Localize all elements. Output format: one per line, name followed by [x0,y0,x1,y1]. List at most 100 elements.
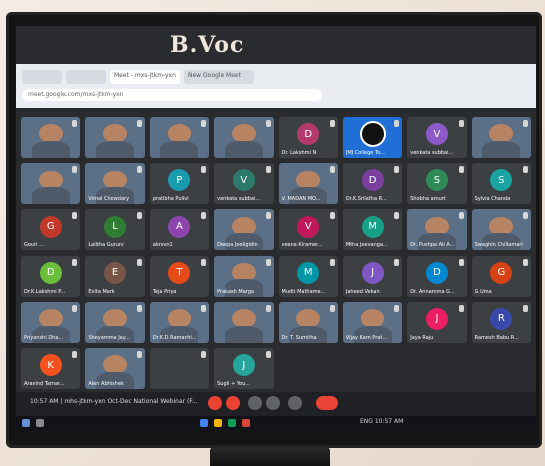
participant-name: Dr.K.D.Ramachi... [152,334,197,341]
chrome-icon[interactable] [200,419,208,427]
participant-tile[interactable]: D Dr.K.Lakshmi P... [21,255,81,297]
mic-muted-icon [265,350,271,358]
participant-tile[interactable]: Prakash Marga [214,255,274,297]
participant-tile[interactable]: Swaghin Chillamari [471,209,531,251]
participant-tile[interactable]: Aakrsvn1 [149,209,210,251]
participant-tile[interactable]: Sheyamma Jay... [85,301,145,343]
participant-tile[interactable]: Vijay Kam Prat... [342,301,403,343]
address-bar[interactable]: meet.google.com/mxs-jtkm-yxn [22,89,322,101]
participant-tile[interactable]: Dr.K.D.Ramachi... [149,301,210,343]
participant-tile[interactable] [214,117,274,159]
participant-tile[interactable]: Vimal Chowdary [85,163,145,205]
participant-avatar: S [425,169,448,192]
participant-tile[interactable]: G G Uma [471,255,531,297]
participant-avatar: A [168,215,191,238]
folder-icon[interactable] [214,419,222,427]
participant-name: G Uma [474,288,492,295]
participant-tile[interactable] [149,347,210,389]
participant-tile[interactable]: J Jaya Raju [407,301,467,343]
participant-avatar: J [232,354,255,377]
participant-grid: D Dr. Lakshmi N JMJ College To... Vvenkata … [16,112,536,394]
banner-title: B.Voc [170,32,245,58]
participant-tile[interactable]: R Ramesh Babu R... [471,301,531,343]
mic-muted-icon [265,258,271,266]
participant-tile[interactable]: S Shobha amurt [407,163,467,205]
more-options-button[interactable] [288,396,302,410]
participant-video [96,140,135,159]
participant-avatar: R [490,307,513,330]
mic-muted-icon [72,258,78,266]
participant-tile[interactable]: Vveena Kiramer... [278,209,338,251]
participant-tile[interactable]: E Evita Mark [85,255,145,297]
participant-tile[interactable]: Vvenkata subbai... [214,163,274,205]
participant-tile[interactable]: Deepa Jeeligidin [214,209,274,251]
mic-muted-icon [72,350,78,358]
participant-name: Lalitha Guruni [88,242,124,249]
participant-name: Mudit Mathame... [281,288,326,295]
participant-tile[interactable]: D Dr.K.Srilatha R... [342,163,403,205]
participant-tile[interactable]: G Gouri ... [21,209,81,251]
participant-tile[interactable]: J Sugli + You... [214,347,274,389]
participant-name: Ramesh Babu R... [474,334,519,341]
present-button[interactable] [266,396,280,410]
participant-tile[interactable]: V. MADAN MO... [278,163,338,205]
participant-tile[interactable]: D Dr. Lakshmi N [278,117,338,159]
participant-tile[interactable]: S Sylvia Chanda [471,163,531,205]
participant-tile[interactable]: J Jaheed Vekan [342,255,403,297]
participant-tile[interactable] [149,117,210,159]
participant-tile[interactable]: Alen Abhishek [85,347,145,389]
app-icon[interactable] [228,419,236,427]
participant-tile[interactable] [85,117,145,159]
participant-tile[interactable]: JMJ College To... [342,117,403,159]
monitor-stand [210,447,330,466]
mic-muted-icon [201,212,207,220]
participant-tile[interactable]: D Dr. Annamma G... [407,255,467,297]
browser-tab[interactable] [22,70,62,84]
mic-off-button[interactable] [208,396,222,410]
app-icon[interactable] [242,419,250,427]
participant-avatar: J [425,307,448,330]
mic-muted-icon [329,212,335,220]
captions-button[interactable] [248,396,262,410]
participant-name: Jaya Raju [410,334,434,341]
participant-tile[interactable] [214,301,274,343]
mic-muted-icon [136,166,142,174]
mic-muted-icon [394,304,400,312]
participant-tile[interactable] [471,117,531,159]
participant-tile[interactable]: M Mtha Jeevanga... [342,209,403,251]
start-icon[interactable] [22,419,30,427]
participant-name: Mtha Jeevanga... [345,242,388,249]
mic-muted-icon [329,304,335,312]
search-icon[interactable] [36,419,44,427]
browser-tab[interactable] [66,70,106,84]
participant-avatar: S [490,169,513,192]
camera-off-button[interactable] [226,396,240,410]
meeting-title: 10:57 AM | mhs-jtkm-yxn Oct-Dec National… [30,398,198,405]
mic-muted-icon [136,304,142,312]
participant-name: Dr. Lakshmi N [281,150,317,157]
browser-tab[interactable]: New Google Meet [184,70,254,84]
participant-name: JMJ College To... [345,150,385,157]
mic-muted-icon [72,120,78,127]
participant-name: V. MADAN MO... [281,196,321,203]
mic-muted-icon [523,166,528,174]
participant-tile[interactable]: Ppratibha Pulivi [149,163,210,205]
participant-tile[interactable]: Dr. T. Sumitha [278,301,338,343]
participant-tile[interactable]: Vvenkata subbai... [407,117,467,159]
participant-tile[interactable]: M Mudit Mathame... [278,255,338,297]
mic-muted-icon [458,166,464,174]
participant-tile[interactable]: T Teja Priya [149,255,210,297]
participant-tile[interactable]: Priyanshi Dha... [21,301,81,343]
participant-tile[interactable]: Dr. Pushpa Ali A... [407,209,467,251]
participant-tile[interactable]: L Lalitha Guruni [85,209,145,251]
participant-tile[interactable] [21,117,81,159]
participant-tile[interactable]: K Aravind Tamar... [21,347,81,389]
participant-name: Dr. Annamma G... [410,288,455,295]
mic-muted-icon [394,166,400,174]
mic-muted-icon [458,304,464,312]
browser-tab-active[interactable]: Meet - mxs-jtkm-yxn [110,70,180,84]
end-call-button[interactable] [316,396,338,410]
participant-tile[interactable] [21,163,81,205]
participant-name: Prakash Marga [217,288,254,295]
participant-name: Dr.K.Srilatha R... [345,196,387,203]
